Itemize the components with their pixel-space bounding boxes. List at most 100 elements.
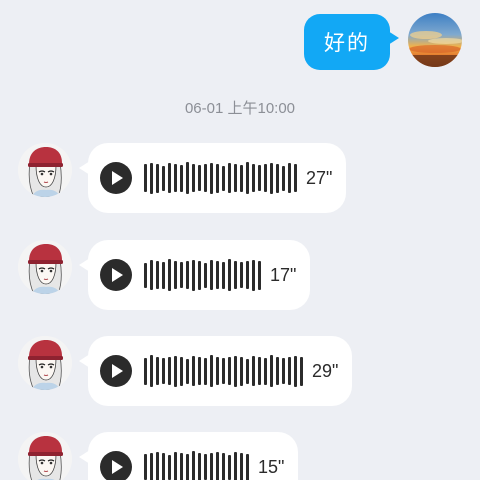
peer-avatar[interactable] bbox=[18, 240, 72, 294]
waveform-bar bbox=[210, 355, 213, 387]
waveform-bar bbox=[210, 453, 213, 480]
self-avatar[interactable] bbox=[408, 13, 462, 67]
waveform-bar bbox=[282, 358, 285, 384]
waveform-bar bbox=[222, 261, 225, 289]
waveform-bar bbox=[222, 165, 225, 191]
voice-message-row: 15" bbox=[18, 432, 299, 480]
waveform-bar bbox=[180, 164, 183, 192]
waveform-bar bbox=[228, 357, 231, 385]
waveform-icon bbox=[144, 450, 252, 480]
waveform-bar bbox=[168, 259, 171, 291]
waveform-bar bbox=[198, 357, 201, 385]
waveform-bar bbox=[282, 165, 285, 191]
waveform-bar bbox=[144, 454, 147, 480]
waveform-bar bbox=[204, 164, 207, 192]
waveform-bar bbox=[294, 355, 297, 387]
voice-message-bubble[interactable]: 29" bbox=[78, 336, 353, 406]
waveform-bar bbox=[156, 357, 159, 385]
peer-avatar[interactable] bbox=[18, 143, 72, 197]
waveform-icon bbox=[144, 258, 264, 292]
voice-message-row: 17" bbox=[18, 240, 311, 310]
peer-avatar[interactable] bbox=[18, 432, 72, 480]
waveform-bar bbox=[180, 356, 183, 386]
waveform-bar bbox=[210, 260, 213, 290]
waveform-bar bbox=[162, 358, 165, 384]
waveform-bar bbox=[198, 165, 201, 191]
girl-avatar-image bbox=[18, 143, 72, 197]
waveform-bar bbox=[240, 262, 243, 288]
waveform-bar bbox=[246, 162, 249, 194]
waveform-bar bbox=[246, 261, 249, 289]
waveform-bar bbox=[246, 453, 249, 480]
waveform-bar bbox=[228, 454, 231, 480]
waveform-bar bbox=[150, 162, 153, 194]
waveform-bar bbox=[240, 164, 243, 192]
waveform-icon bbox=[144, 354, 306, 388]
waveform-bar bbox=[276, 163, 279, 193]
voice-duration: 15" bbox=[258, 456, 285, 477]
play-icon[interactable] bbox=[100, 162, 132, 194]
girl-avatar-image bbox=[18, 240, 72, 294]
waveform-bar bbox=[156, 451, 159, 480]
waveform-bar bbox=[288, 357, 291, 385]
waveform-bar bbox=[150, 453, 153, 480]
waveform-bar bbox=[192, 356, 195, 386]
waveform-bar bbox=[252, 356, 255, 386]
waveform-bar bbox=[264, 357, 267, 385]
waveform-bar bbox=[270, 355, 273, 387]
waveform-bar bbox=[156, 163, 159, 193]
waveform-bar bbox=[156, 261, 159, 289]
waveform-bar bbox=[252, 259, 255, 291]
voice-message-bubble[interactable]: 17" bbox=[78, 240, 311, 310]
waveform-bar bbox=[204, 262, 207, 288]
waveform-bar bbox=[174, 261, 177, 289]
waveform-bar bbox=[234, 452, 237, 480]
waveform-bar bbox=[186, 453, 189, 480]
waveform-bar bbox=[294, 164, 297, 192]
play-icon[interactable] bbox=[100, 355, 132, 387]
waveform-bar bbox=[300, 356, 303, 386]
play-icon[interactable] bbox=[100, 259, 132, 291]
waveform-bar bbox=[168, 163, 171, 193]
waveform-bar bbox=[162, 261, 165, 289]
play-icon[interactable] bbox=[100, 451, 132, 480]
waveform-bar bbox=[258, 260, 261, 290]
waveform-bar bbox=[198, 453, 201, 480]
waveform-bar bbox=[240, 356, 243, 386]
voice-message-row: 29" bbox=[18, 336, 353, 406]
girl-avatar-image bbox=[18, 336, 72, 390]
waveform-bar bbox=[186, 261, 189, 289]
waveform-bar bbox=[186, 162, 189, 194]
waveform-bar bbox=[168, 357, 171, 385]
girl-avatar-image bbox=[18, 432, 72, 480]
waveform-bar bbox=[192, 451, 195, 480]
waveform-bar bbox=[258, 357, 261, 385]
waveform-bar bbox=[144, 164, 147, 192]
voice-duration: 17" bbox=[270, 264, 297, 285]
outgoing-bubble[interactable]: 好的 bbox=[304, 14, 399, 70]
waveform-bar bbox=[228, 259, 231, 291]
waveform-bar bbox=[288, 163, 291, 193]
waveform-bar bbox=[228, 163, 231, 193]
peer-avatar[interactable] bbox=[18, 336, 72, 390]
voice-duration: 27" bbox=[306, 167, 333, 188]
chat-view: 好的 06-01 上午10:00 27" 17" 29" 15" bbox=[0, 0, 480, 480]
message-timestamp: 06-01 上午10:00 bbox=[184, 100, 296, 117]
voice-message-bubble[interactable]: 27" bbox=[78, 143, 347, 213]
waveform-bar bbox=[204, 357, 207, 385]
waveform-bar bbox=[180, 262, 183, 288]
waveform-bar bbox=[240, 453, 243, 480]
voice-message-bubble[interactable]: 15" bbox=[78, 432, 299, 480]
waveform-bar bbox=[162, 452, 165, 480]
waveform-bar bbox=[204, 454, 207, 480]
waveform-bar bbox=[276, 357, 279, 385]
waveform-bar bbox=[144, 262, 147, 288]
waveform-bar bbox=[174, 452, 177, 480]
waveform-bar bbox=[270, 162, 273, 194]
waveform-bar bbox=[186, 358, 189, 384]
voice-message-row: 27" bbox=[18, 143, 347, 213]
voice-duration: 29" bbox=[312, 360, 339, 381]
waveform-bar bbox=[198, 260, 201, 290]
waveform-bar bbox=[192, 164, 195, 192]
waveform-bar bbox=[150, 260, 153, 290]
